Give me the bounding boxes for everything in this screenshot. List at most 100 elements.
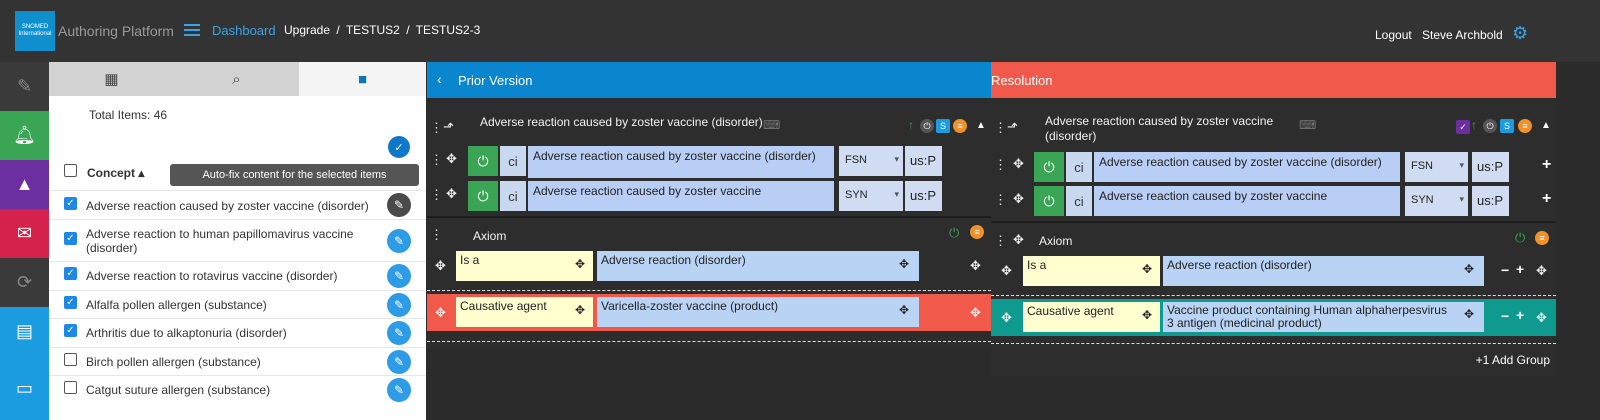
add-description-icon[interactable]: + [1542, 156, 1551, 174]
edit-icon[interactable]: ✎ [387, 350, 411, 374]
menu-icon[interactable] [184, 24, 200, 36]
move-icon[interactable]: ✥ [435, 305, 446, 321]
add-group-button[interactable]: +1 Add Group [1476, 353, 1550, 367]
description-type-select[interactable]: SYN [1405, 186, 1468, 216]
drag-handle-icon[interactable]: ⋮ [430, 187, 443, 203]
edit-icon[interactable]: ✎ [387, 264, 411, 288]
graduation-cap-icon[interactable]: ▲ [0, 160, 49, 209]
drag-handle-icon[interactable]: ⋮ [430, 120, 443, 136]
active-toggle-icon[interactable]: ⏻ [468, 146, 498, 176]
keyboard-icon[interactable]: ⌨ [1299, 118, 1316, 132]
move-icon[interactable]: ✥ [446, 151, 457, 167]
panel-icon[interactable]: ▭ [0, 356, 49, 420]
relationship-target[interactable]: Vaccine product containing Human alphahe… [1163, 302, 1484, 332]
active-toggle-icon[interactable]: ⏻ [1034, 186, 1064, 216]
description-term[interactable]: Adverse reaction caused by zoster vaccin… [1094, 152, 1400, 182]
move-icon[interactable]: ✥ [1001, 310, 1012, 326]
move-icon[interactable]: ✥ [899, 303, 909, 317]
list-icon[interactable]: ▤ [0, 307, 49, 356]
row-checkbox[interactable]: ✓ [64, 296, 77, 309]
add-relationship-icon[interactable]: + [1516, 307, 1524, 323]
move-icon[interactable]: ✥ [1013, 191, 1024, 207]
description-term[interactable]: Adverse reaction caused by zoster vaccin… [528, 181, 834, 211]
row-checkbox[interactable]: ✓ [64, 197, 77, 210]
list-item[interactable]: ✓ Adverse reaction to human papillomavir… [49, 219, 426, 261]
power-icon[interactable]: ⏻ [949, 225, 959, 241]
tab-batch[interactable]: ■ [299, 62, 426, 96]
menu-orange-icon[interactable]: ≡ [1518, 119, 1532, 133]
drag-handle-icon[interactable]: ⋮ [430, 227, 443, 243]
active-toggle-icon[interactable]: ⏻ [468, 181, 498, 211]
dashboard-link[interactable]: Dashboard [212, 23, 276, 38]
power-icon[interactable]: ⏻ [920, 119, 934, 133]
collapse-icon[interactable]: ⬏ [443, 119, 454, 135]
power-icon[interactable]: ⏻ [1483, 119, 1497, 133]
menu-orange-icon[interactable]: ≡ [1535, 231, 1549, 245]
relationship-type[interactable]: Is a ✥ [1023, 256, 1160, 286]
add-relationship-icon[interactable]: + [1516, 261, 1524, 277]
description-type-select[interactable]: SYN [839, 181, 903, 211]
drag-handle-icon[interactable]: ⋮ [994, 120, 1007, 136]
add-description-icon[interactable]: + [1542, 190, 1551, 208]
relationship-type[interactable]: Causative agent ✥ [1023, 302, 1160, 332]
row-checkbox[interactable]: ✓ [64, 232, 77, 245]
move-icon[interactable]: ✥ [1013, 232, 1024, 248]
edit-nav-icon[interactable]: ✎ [0, 62, 49, 111]
move-icon[interactable]: ✥ [1464, 262, 1474, 276]
list-item[interactable]: ✓ Arthritis due to alkaptonuria (disorde… [49, 318, 426, 347]
list-item[interactable]: Catgut suture allergen (substance) ✎ [49, 375, 426, 404]
row-checkbox[interactable]: ✓ [64, 267, 77, 280]
description-type-select[interactable]: FSN [839, 146, 903, 176]
case-significance[interactable]: ci [500, 146, 526, 176]
row-checkbox[interactable] [64, 381, 77, 394]
relationship-target[interactable]: Varicella-zoster vaccine (product) ✥ [597, 297, 919, 327]
move-icon[interactable]: ✥ [446, 186, 457, 202]
acceptability[interactable]: us:P [905, 146, 942, 176]
move-icon[interactable]: ✥ [1464, 308, 1474, 321]
move-icon[interactable]: ✥ [575, 257, 585, 271]
move-icon[interactable]: ✥ [435, 258, 446, 274]
move-icon[interactable]: ✥ [1142, 262, 1152, 276]
case-significance[interactable]: ci [500, 181, 526, 211]
row-checkbox[interactable] [64, 353, 77, 366]
concept-column-header[interactable]: Concept ▴ [87, 166, 144, 180]
list-item[interactable]: ✓ Alfalfa pollen allergen (substance) ✎ [49, 290, 426, 318]
move-icon[interactable]: ✥ [1142, 308, 1152, 322]
drag-handle-icon[interactable]: ⋮ [994, 157, 1007, 173]
remove-relationship-icon[interactable]: − [1501, 262, 1509, 278]
description-term[interactable]: Adverse reaction caused by zoster vaccin… [528, 146, 834, 178]
power-icon[interactable]: ⏻ [1515, 230, 1525, 246]
relationship-type[interactable]: Causative agent ✥ [456, 297, 593, 327]
menu-orange-icon[interactable]: ≡ [970, 225, 984, 239]
acceptability[interactable]: us:P [1472, 152, 1509, 182]
tab-search[interactable]: ⌕ [174, 62, 299, 96]
acceptability[interactable]: us:P [1472, 186, 1509, 216]
breadcrumb-upgrade[interactable]: Upgrade [284, 23, 330, 37]
collapse-icon[interactable]: ⬏ [1007, 119, 1018, 135]
keyboard-icon[interactable]: ⌨ [763, 118, 780, 132]
case-significance[interactable]: ci [1066, 152, 1092, 182]
bell-icon[interactable]: 🔔︎ [0, 111, 49, 160]
edit-icon[interactable]: ✎ [387, 193, 411, 217]
collapse-up-icon[interactable]: ▲ [976, 120, 986, 131]
drag-handle-icon[interactable]: ⋮ [994, 233, 1007, 249]
active-toggle-icon[interactable]: ⏻ [1034, 152, 1064, 182]
clipboard-check-icon[interactable]: ✓ [1456, 120, 1470, 134]
select-all-checkbox[interactable] [64, 164, 77, 177]
move-icon[interactable]: ✥ [970, 258, 981, 274]
relationship-target[interactable]: Adverse reaction (disorder) ✥ [1163, 256, 1484, 286]
menu-orange-icon[interactable]: ≡ [953, 119, 967, 133]
tab-list[interactable]: ▦ [49, 62, 174, 96]
edit-icon[interactable]: ✎ [387, 378, 411, 402]
row-checkbox[interactable]: ✓ [64, 324, 77, 337]
move-icon[interactable]: ✥ [575, 303, 585, 317]
snomed-logo[interactable]: SNOMED International [15, 11, 55, 51]
description-term[interactable]: Adverse reaction caused by zoster vaccin… [1094, 186, 1400, 216]
logout-link[interactable]: Logout [1375, 28, 1412, 42]
list-item[interactable]: ✓ Adverse reaction caused by zoster vacc… [49, 190, 426, 219]
move-icon[interactable]: ✥ [1536, 310, 1547, 326]
remove-relationship-icon[interactable]: − [1501, 308, 1509, 324]
collapse-up-icon[interactable]: ▲ [1541, 120, 1551, 131]
breadcrumb-task[interactable]: TESTUS2-3 [416, 23, 481, 37]
drag-handle-icon[interactable]: ⋮ [994, 192, 1007, 208]
